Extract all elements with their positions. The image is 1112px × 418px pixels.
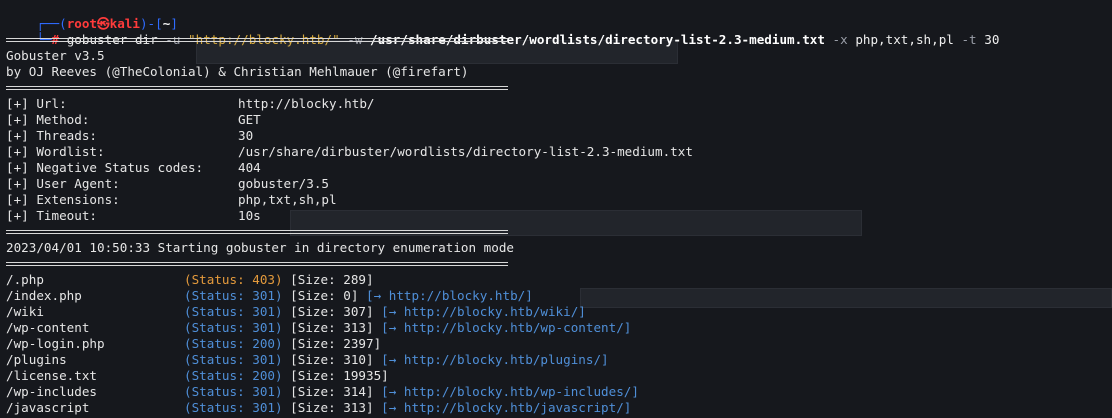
result-row: /license.txt (Status: 200) [Size: 19935] (6, 368, 1112, 384)
config-value: php,txt,sh,pl (238, 192, 337, 207)
config-key: [+] Method: (6, 112, 90, 127)
config-row: [+] Extensions: php,txt,sh,pl (6, 192, 1112, 208)
config-key: [+] Extensions: (6, 192, 120, 207)
result-row: /wp-includes (Status: 301) [Size: 314] [→… (6, 384, 1112, 400)
result-path: /wp-content (6, 320, 90, 335)
result-status: (Status: 301) (184, 288, 283, 303)
result-path: /wiki (6, 304, 44, 319)
result-path: /plugins (6, 352, 67, 367)
result-redirect: [→ http://blocky.htb/javascript/] (381, 400, 632, 415)
result-row: /index.php (Status: 301) [Size: 0] [→ htt… (6, 288, 1112, 304)
config-row: [+] Negative Status codes: 404 (6, 160, 1112, 176)
result-path: /.php (6, 272, 44, 287)
config-key: [+] Negative Status codes: (6, 160, 204, 175)
config-value: 10s (238, 208, 261, 223)
result-size: [Size: 289] (290, 272, 374, 287)
config-row: [+] User Agent: gobuster/3.5 (6, 176, 1112, 192)
config-key: [+] Threads: (6, 128, 97, 143)
result-row: /wp-login.php (Status: 200) [Size: 2397] (6, 336, 1112, 352)
config-value: 404 (238, 160, 261, 175)
result-size: [Size: 310] (290, 352, 374, 367)
result-status: (Status: 403) (184, 272, 283, 287)
result-path: /wp-login.php (6, 336, 105, 351)
result-row: /wp-content (Status: 301) [Size: 313] [→ … (6, 320, 1112, 336)
result-path: /license.txt (6, 368, 97, 383)
result-redirect: [→ http://blocky.htb/] (366, 288, 533, 303)
result-size: [Size: 19935] (290, 368, 389, 383)
result-size: [Size: 0] (290, 288, 359, 303)
separator (6, 224, 1112, 240)
result-redirect: [→ http://blocky.htb/plugins/] (381, 352, 609, 367)
result-size: [Size: 307] (290, 304, 374, 319)
result-row: /javascript (Status: 301) [Size: 313] [→ … (6, 400, 1112, 416)
result-row: /.php (Status: 403) [Size: 289] (6, 272, 1112, 288)
result-row: /plugins (Status: 301) [Size: 310] [→ htt… (6, 352, 1112, 368)
separator (6, 32, 1112, 48)
prompt-header: ┌──(root㉿kali)-[~] (6, 0, 1112, 31)
separator (6, 256, 1112, 272)
terminal-window: ┌──(root㉿kali)-[~] └─# gobuster dir -u "… (0, 0, 1112, 418)
result-status: (Status: 200) (184, 336, 283, 351)
result-path: /wp-includes (6, 384, 97, 399)
result-path: /index.php (6, 288, 82, 303)
config-value: gobuster/3.5 (238, 176, 329, 191)
result-size: [Size: 314] (290, 384, 374, 399)
config-key: [+] Wordlist: (6, 144, 105, 159)
result-size: [Size: 2397] (290, 336, 382, 351)
result-redirect: [→ http://blocky.htb/wp-content/] (381, 320, 632, 335)
result-row: /wiki (Status: 301) [Size: 307] [→ http:/… (6, 304, 1112, 320)
result-status: (Status: 301) (184, 320, 283, 335)
config-value: 30 (238, 128, 254, 143)
result-status: (Status: 301) (184, 304, 283, 319)
config-key: [+] Url: (6, 96, 67, 111)
result-status: (Status: 301) (184, 352, 283, 367)
start-message: 2023/04/01 10:50:33 Starting gobuster in… (6, 240, 514, 255)
config-value: GET (238, 112, 261, 127)
result-status: (Status: 301) (184, 384, 283, 399)
result-size: [Size: 313] (290, 320, 374, 335)
config-value: /usr/share/dirbuster/wordlists/directory… (238, 144, 693, 159)
result-status: (Status: 200) (184, 368, 283, 383)
banner-authors: by OJ Reeves (@TheColonial) & Christian … (6, 64, 469, 79)
config-row: [+] Threads: 30 (6, 128, 1112, 144)
separator (6, 80, 1112, 96)
config-key: [+] Timeout: (6, 208, 97, 223)
config-row: [+] Url: http://blocky.htb/ (6, 96, 1112, 112)
config-key: [+] User Agent: (6, 176, 120, 191)
result-redirect: [→ http://blocky.htb/wiki/] (381, 304, 586, 319)
command-line[interactable]: └─# gobuster dir -u "http://blocky.htb/"… (6, 16, 1112, 47)
banner-version: Gobuster v3.5 (6, 48, 105, 63)
config-row: [+] Timeout: 10s (6, 208, 1112, 224)
config-row: [+] Wordlist: /usr/share/dirbuster/wordli… (6, 144, 1112, 160)
config-row: [+] Method: GET (6, 112, 1112, 128)
result-redirect: [→ http://blocky.htb/wp-includes/] (381, 384, 639, 399)
config-value: http://blocky.htb/ (238, 96, 375, 111)
result-size: [Size: 313] (290, 400, 374, 415)
result-path: /javascript (6, 400, 90, 415)
result-status: (Status: 301) (184, 400, 283, 415)
